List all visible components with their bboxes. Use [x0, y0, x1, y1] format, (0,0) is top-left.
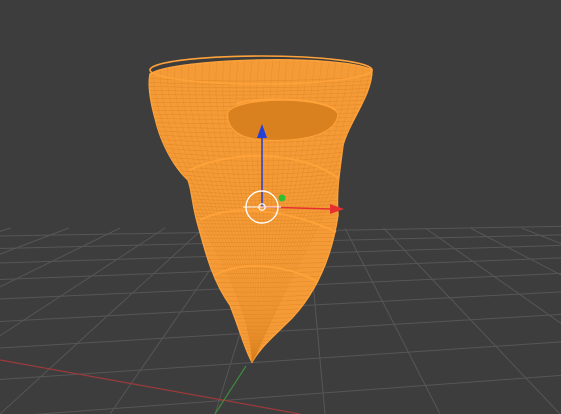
gizmo-y-handle-icon[interactable] — [278, 194, 286, 202]
3d-viewport[interactable] — [0, 0, 561, 414]
